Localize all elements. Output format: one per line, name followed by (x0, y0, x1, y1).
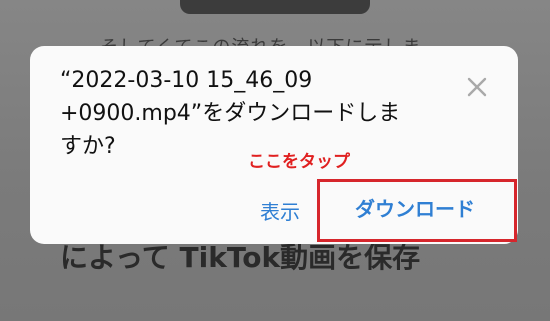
download-confirm-dialog: “2022-03-10 15_46_09 +0900.mp4”をダウンロードしま… (30, 46, 518, 244)
close-button[interactable] (466, 76, 488, 98)
tap-here-annotation: ここをタップ (248, 152, 350, 172)
show-button[interactable]: 表示 (260, 196, 300, 225)
download-button[interactable]: ダウンロード (320, 182, 510, 232)
close-icon (467, 77, 487, 97)
background-top-bar (180, 0, 370, 14)
